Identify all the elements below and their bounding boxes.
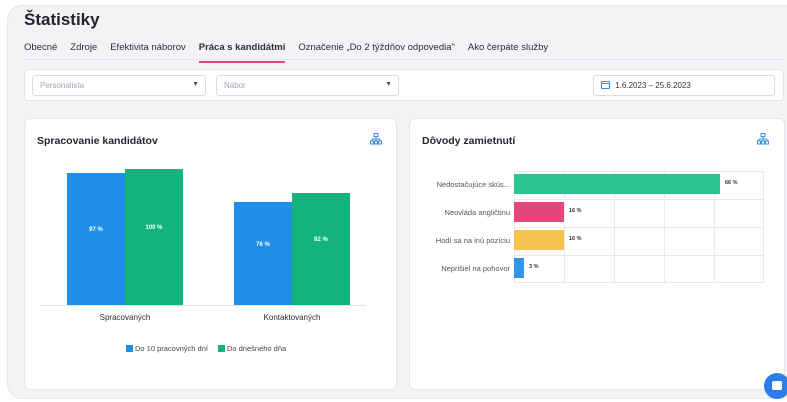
chevron-down-icon: ▼ [385, 81, 392, 88]
tabs-divider [24, 59, 784, 60]
org-chart-icon[interactable] [370, 133, 382, 145]
bar[interactable] [292, 193, 350, 305]
recruiter-select-placeholder: Personalista [40, 81, 85, 90]
calendar-icon [601, 81, 610, 89]
bar[interactable] [514, 174, 720, 194]
legend-item[interactable]: Do 10 pracovných dní [126, 344, 208, 353]
grid-cell [664, 227, 714, 255]
legend-swatch [217, 345, 225, 352]
grid-cell [714, 255, 764, 283]
page-title: Štatistiky [24, 10, 100, 29]
tab-bar: Obecné Zdroje Efektivita náborov Práca s… [24, 42, 561, 63]
grid-cell [714, 199, 764, 227]
grid-cell [664, 199, 714, 227]
category-label: Spracovaných [99, 313, 151, 322]
grid-cell [714, 227, 764, 255]
recruitment-select[interactable]: Nábor ▼ [216, 75, 399, 96]
grid-cell [614, 255, 664, 283]
data-label: 16 % [569, 236, 582, 242]
category-label: Neprišiel na pohovor [441, 264, 510, 273]
card-title: Spracovanie kandidátov [37, 135, 158, 147]
grid-cell [714, 171, 764, 199]
bar[interactable] [67, 173, 125, 305]
category-label: Nedostačujúce skús... [436, 180, 510, 189]
tab-general[interactable]: Obecné [24, 42, 57, 60]
recruitment-select-placeholder: Nábor [224, 81, 246, 90]
bar[interactable] [514, 258, 524, 278]
tab-candidate-work[interactable]: Práca s kandidátmi [198, 42, 285, 63]
data-label: 82 % [314, 237, 328, 243]
chevron-down-icon: ▼ [192, 81, 199, 88]
grid-cell [614, 199, 664, 227]
tab-sources[interactable]: Zdroje [70, 42, 97, 60]
filter-bar: Personalista ▼ Nábor ▼ 1.6.2023 – 25.6.2… [24, 69, 784, 101]
legend-label: Do 10 pracovných dní [135, 344, 208, 353]
legend-label: Do dnešného dňa [226, 344, 287, 353]
data-label: 3 % [529, 264, 539, 270]
bar[interactable] [125, 169, 183, 305]
org-chart-icon[interactable] [757, 133, 769, 145]
category-label: Kontaktovaných [263, 313, 321, 322]
grid-cell [664, 255, 714, 283]
date-range-input[interactable]: 1.6.2023 – 25.6.2023 [593, 75, 775, 96]
category-label: Hodí sa na inú pozíciu [435, 236, 510, 245]
data-label: 16 % [569, 208, 582, 214]
tab-recruitment-efficiency[interactable]: Efektivita náborov [110, 42, 186, 60]
grid-cell [614, 227, 664, 255]
data-label: 66 % [725, 180, 738, 186]
grid-cell [564, 255, 614, 283]
tab-two-weeks-label[interactable]: Označenie „Do 2 týždňov odpovedia" [298, 42, 455, 60]
card-title: Dôvody zamietnutí [422, 135, 516, 147]
chart-legend: Do 10 pracovných dní Do dnešného dňa [126, 344, 286, 353]
legend-item[interactable]: Do dnešného dňa [217, 344, 287, 353]
bar[interactable] [514, 230, 564, 250]
bar[interactable] [234, 202, 292, 305]
tab-service-usage[interactable]: Ako čerpáte služby [468, 42, 548, 60]
bar[interactable] [514, 202, 564, 222]
data-label: 100 % [145, 225, 163, 231]
data-label: 76 % [256, 241, 270, 248]
data-label: 97 % [89, 227, 103, 233]
x-axis-line [40, 305, 366, 306]
chat-button[interactable] [764, 373, 787, 399]
category-label: Neovláda angličtinu [444, 208, 510, 217]
date-range-value: 1.6.2023 – 25.6.2023 [615, 81, 691, 90]
legend-swatch [126, 345, 133, 352]
recruiter-select[interactable]: Personalista ▼ [32, 75, 206, 96]
